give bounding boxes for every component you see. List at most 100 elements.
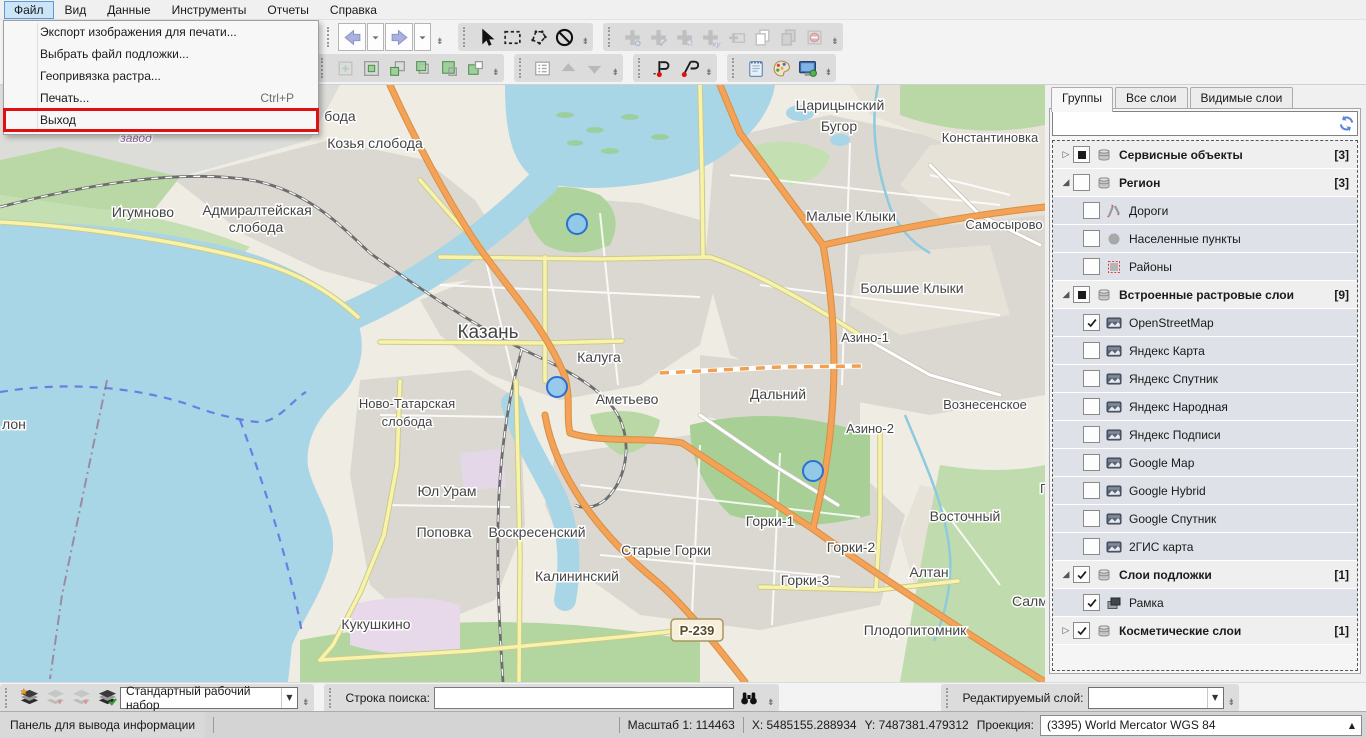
snap-end-icon[interactable] [675,55,701,81]
layer-checkbox-checked[interactable] [1083,594,1100,611]
file-menu-item-Печать[interactable]: Печать...Ctrl+P [4,87,318,109]
layer-checkbox-unchecked[interactable] [1073,174,1090,191]
layer-checkbox-unchecked[interactable] [1083,426,1100,443]
refresh-icon[interactable] [1335,114,1357,134]
lasso-icon[interactable] [526,24,552,50]
layer-row-2ГИС карта[interactable]: 2ГИС карта [1053,533,1357,561]
notes-icon[interactable] [743,55,769,81]
map-marker[interactable] [803,461,823,481]
copy-icon[interactable] [749,24,775,50]
delete-icon[interactable] [801,24,827,50]
layer-row-Слои подложки[interactable]: ◢Слои подложки[1] [1053,561,1357,589]
drag-handle[interactable] [638,58,644,78]
zoom-prev-icon[interactable] [462,55,488,81]
stack-check-icon[interactable] [94,684,120,710]
layer-row-Яндекс Подписи[interactable]: Яндекс Подписи [1053,421,1357,449]
layer-checkbox-unchecked[interactable] [1083,230,1100,247]
tab-Все слои[interactable]: Все слои [1115,87,1188,109]
layer-row-Яндекс Спутник[interactable]: Яндекс Спутник [1053,365,1357,393]
binoculars-icon[interactable] [736,686,763,710]
drag-handle[interactable] [946,688,952,708]
layer-row-Рамка[interactable]: Рамка [1053,589,1357,617]
stack-del-icon[interactable] [42,684,68,710]
toolbar-overflow-icon[interactable]: ⇟ [831,37,839,47]
move-down-icon[interactable] [582,55,608,81]
add-line-icon[interactable] [645,24,671,50]
drag-handle[interactable] [608,27,614,47]
menu-item-Отчеты[interactable]: Отчеты [257,1,318,19]
zoom-overlap-icon[interactable] [410,55,436,81]
menu-item-Инструменты[interactable]: Инструменты [162,1,257,19]
file-menu-item-Экспортизображениядляпечати[interactable]: Экспорт изображения для печати... [4,21,318,43]
toolbar-overflow-icon[interactable]: ⇟ [436,37,444,47]
layer-checkbox-unchecked[interactable] [1083,258,1100,275]
layer-checkbox-unchecked[interactable] [1083,342,1100,359]
back-icon[interactable] [338,23,366,51]
map-marker[interactable] [567,214,587,234]
file-menu-item-Выход[interactable]: Выход [4,109,318,131]
add-xy-icon[interactable]: xy [697,24,723,50]
layer-row-Дороги[interactable]: Дороги [1053,197,1357,225]
drag-handle[interactable] [5,688,11,708]
layer-row-Google Map[interactable]: Google Map [1053,449,1357,477]
layer-filter-input[interactable] [1053,113,1335,135]
layer-row-OpenStreetMap[interactable]: OpenStreetMap [1053,309,1357,337]
map-marker[interactable] [547,377,567,397]
drag-handle[interactable] [463,27,469,47]
drag-handle[interactable] [732,58,738,78]
forward-drop-icon[interactable] [414,23,431,51]
file-menu-item-Геопривязкарастра[interactable]: Геопривязка растра... [4,65,318,87]
layer-row-Яндекс Народная[interactable]: Яндекс Народная [1053,393,1357,421]
back-drop-icon[interactable] [367,23,384,51]
layer-checkbox-unchecked[interactable] [1083,398,1100,415]
layer-checkbox-unchecked[interactable] [1083,510,1100,527]
layer-checkbox-unchecked[interactable] [1083,202,1100,219]
display-icon[interactable] [795,55,821,81]
tab-Видимые слои[interactable]: Видимые слои [1190,87,1294,109]
tab-Группы[interactable]: Группы [1051,87,1113,112]
forward-icon[interactable] [385,23,413,51]
layer-checkbox-unchecked[interactable] [1083,370,1100,387]
toolbar-overflow-icon[interactable]: ⇟ [705,68,713,78]
layer-checkbox-unchecked[interactable] [1083,538,1100,555]
duplicate-icon[interactable] [775,24,801,50]
expander-collapsed-icon[interactable]: ▷ [1059,150,1073,160]
expander-expanded-icon[interactable]: ◢ [1059,570,1073,580]
layer-row-Встроенные растровые слои[interactable]: ◢Встроенные растровые слои[9] [1053,281,1357,309]
zoom-in-icon[interactable] [358,55,384,81]
workset-combobox[interactable]: Стандартный рабочий набор ▼ [120,687,298,709]
marquee-icon[interactable] [500,24,526,50]
toolbar-overflow-icon[interactable]: ⇟ [612,68,620,78]
drag-handle[interactable] [327,27,333,47]
layer-row-Яндекс Карта[interactable]: Яндекс Карта [1053,337,1357,365]
layer-row-Населенные пункты[interactable]: Населенные пункты [1053,225,1357,253]
toolbar-overflow-icon[interactable]: ⇟ [767,698,775,708]
menu-item-Данные[interactable]: Данные [97,1,160,19]
layer-row-Google Спутник[interactable]: Google Спутник [1053,505,1357,533]
menu-item-Файл[interactable]: Файл [4,1,54,19]
search-input[interactable] [434,687,734,709]
toolbar-overflow-icon[interactable]: ⇟ [825,68,833,78]
add-point-icon[interactable] [619,24,645,50]
move-up-icon[interactable] [556,55,582,81]
toolbar-overflow-icon[interactable]: ⇟ [492,68,500,78]
edit-layer-combobox[interactable]: ▼ [1088,687,1224,709]
zoom-layers-icon[interactable] [384,55,410,81]
drag-handle[interactable] [321,58,327,78]
map-canvas[interactable]: Р-239 бодазаводКозья слободаЦарицынскийБ… [0,85,1045,682]
expander-collapsed-icon[interactable]: ▷ [1059,626,1073,636]
layer-checkbox-indeterminate[interactable] [1073,286,1090,303]
zoom-plus-icon[interactable] [332,55,358,81]
snap-start-icon[interactable] [649,55,675,81]
layer-row-Косметические слои[interactable]: ▷Косметические слои[1] [1053,617,1357,645]
palette-icon[interactable] [769,55,795,81]
menu-item-Вид[interactable]: Вид [55,1,97,19]
layer-checkbox-unchecked[interactable] [1083,482,1100,499]
layer-checkbox-indeterminate[interactable] [1073,146,1090,163]
layer-checkbox-unchecked[interactable] [1083,454,1100,471]
drag-handle[interactable] [329,688,335,708]
add-polygon-icon[interactable] [671,24,697,50]
expander-expanded-icon[interactable]: ◢ [1059,290,1073,300]
stack-star-icon[interactable] [16,684,42,710]
layer-row-Районы[interactable]: Районы [1053,253,1357,281]
